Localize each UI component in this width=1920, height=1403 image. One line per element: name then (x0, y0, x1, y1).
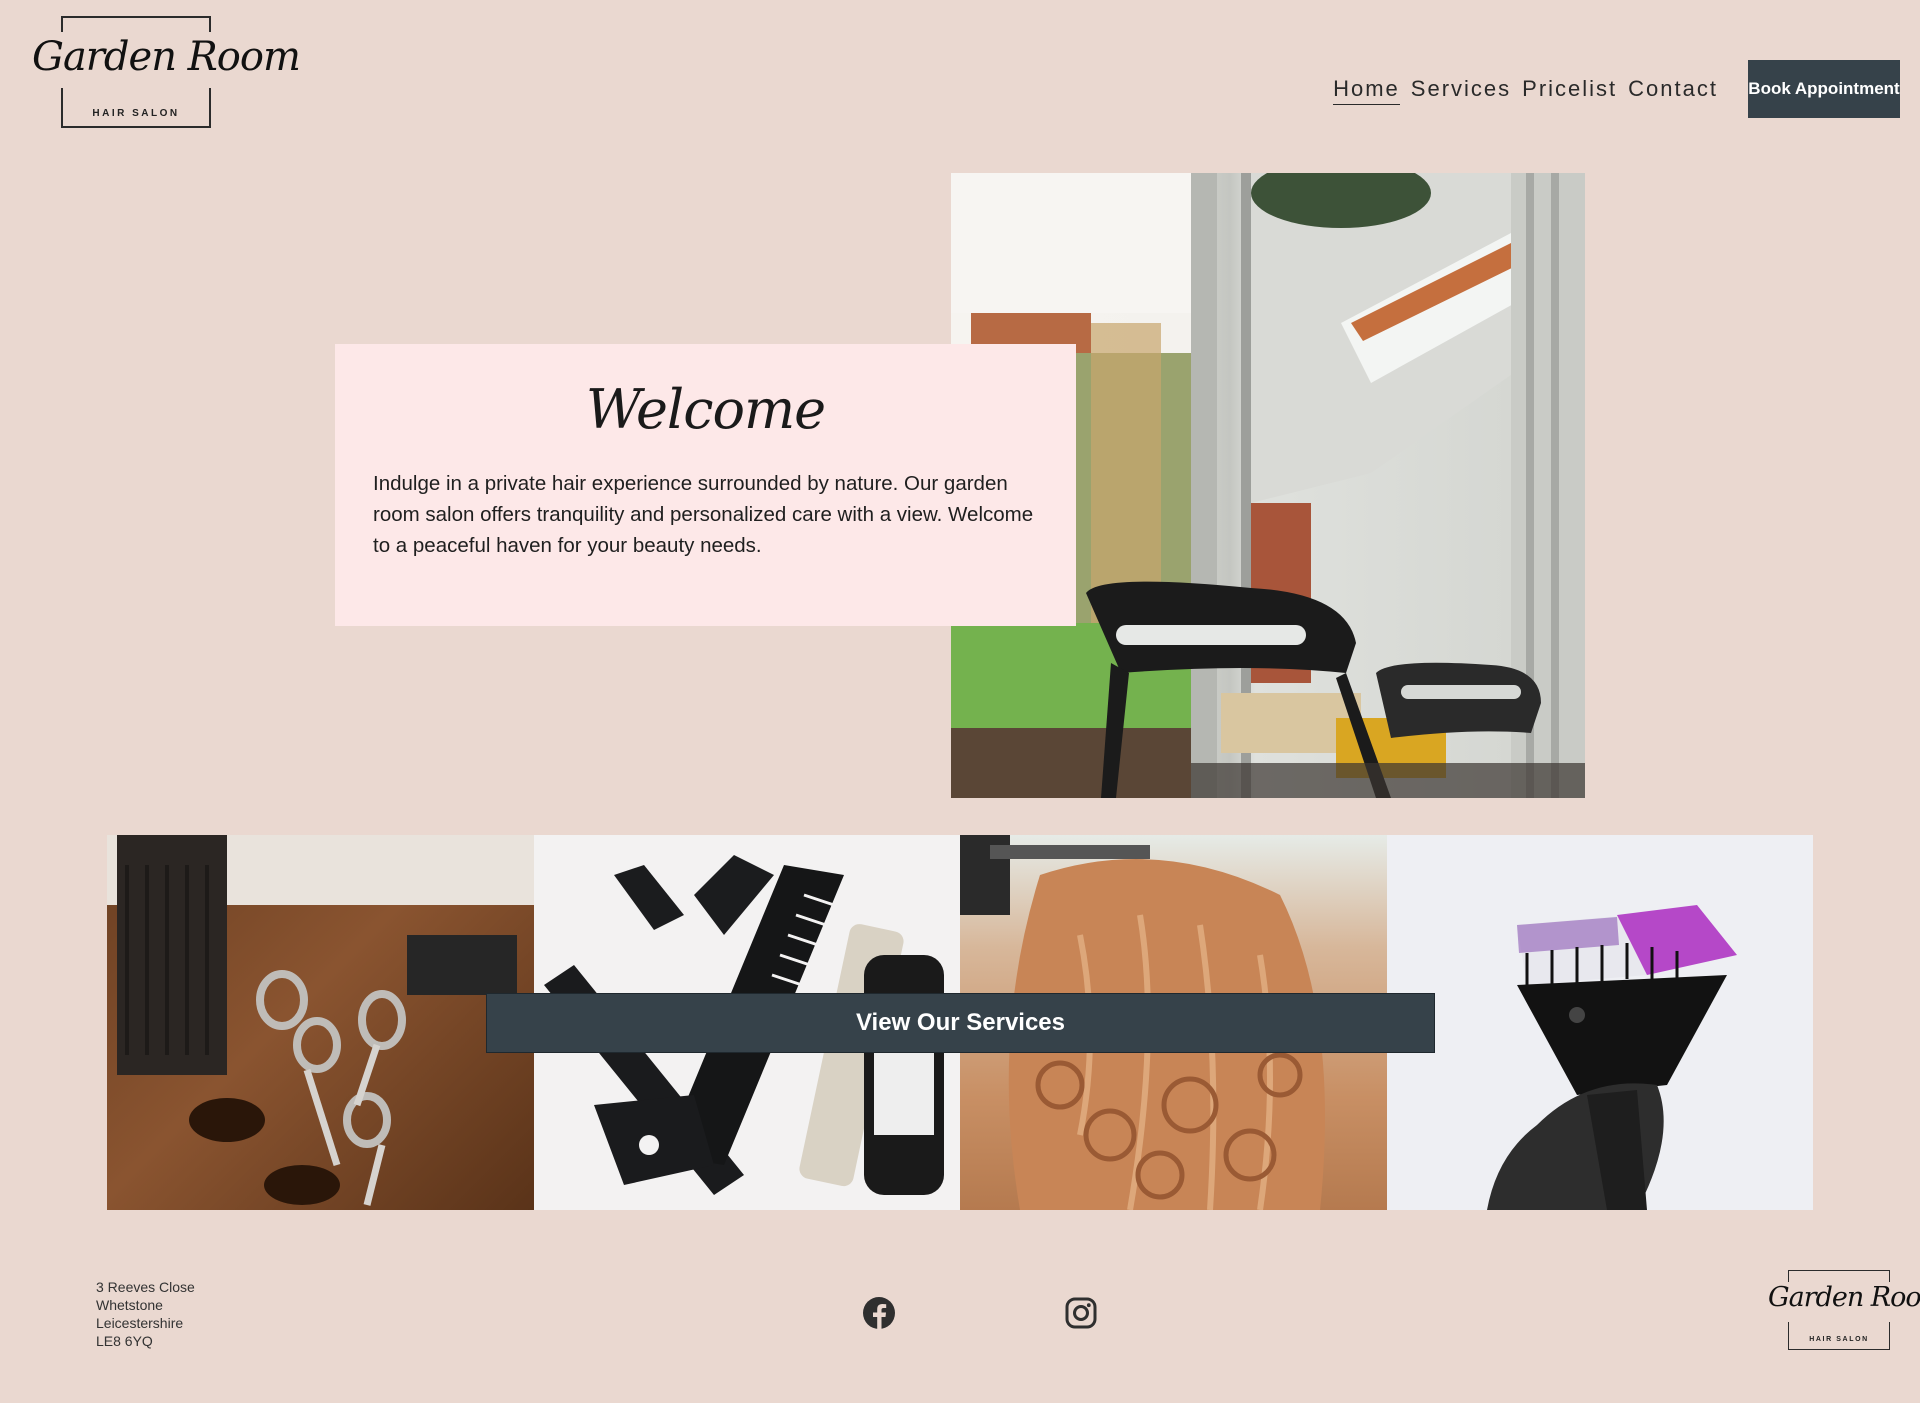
footer-logo-wordmark: Garden Room (1768, 1282, 1920, 1313)
nav-pricelist[interactable]: Pricelist (1522, 76, 1617, 105)
nav-home[interactable]: Home (1333, 76, 1400, 105)
view-services-button[interactable]: View Our Services (486, 993, 1435, 1053)
facebook-icon[interactable] (862, 1296, 896, 1330)
site-logo[interactable]: Garden Room HAIR SALON (32, 16, 301, 130)
book-appointment-button[interactable]: Book Appointment (1748, 60, 1900, 118)
dye-brush-illustration (1486, 905, 1737, 1210)
nav-services[interactable]: Services (1411, 76, 1511, 105)
welcome-text: Indulge in a private hair experience sur… (373, 472, 1034, 557)
address-line: Whetstone (96, 1297, 163, 1313)
footer-logo-frame-top (1788, 1270, 1890, 1282)
logo-tagline: HAIR SALON (92, 108, 180, 119)
footer-logo-tagline: HAIR SALON (1809, 1336, 1869, 1343)
address-line: 3 Reeves Close (96, 1279, 195, 1295)
gallery-image-scissors (107, 835, 534, 1210)
logo-frame-top (61, 16, 211, 32)
footer-logo[interactable]: Garden Room HAIR SALON (1768, 1270, 1920, 1352)
nav-contact[interactable]: Contact (1628, 76, 1718, 105)
main-nav: Home Services Pricelist Contact (1333, 76, 1718, 105)
instagram-icon[interactable] (1064, 1296, 1098, 1330)
address-line: Leicestershire (96, 1315, 184, 1331)
welcome-card: Welcome Indulge in a private hair experi… (335, 344, 1076, 626)
gallery-image-dye-brush (1386, 835, 1813, 1210)
logo-wordmark: Garden Room (32, 34, 301, 80)
book-appointment-label: Book Appointment (1748, 79, 1900, 98)
welcome-title: Welcome (585, 378, 826, 441)
scissors-illustration (107, 835, 534, 1206)
view-services-label: View Our Services (855, 1009, 1065, 1036)
address-block: 3 Reeves Close Whetstone Leicestershire … (96, 1278, 195, 1350)
address-line: LE8 6YQ (96, 1333, 153, 1349)
